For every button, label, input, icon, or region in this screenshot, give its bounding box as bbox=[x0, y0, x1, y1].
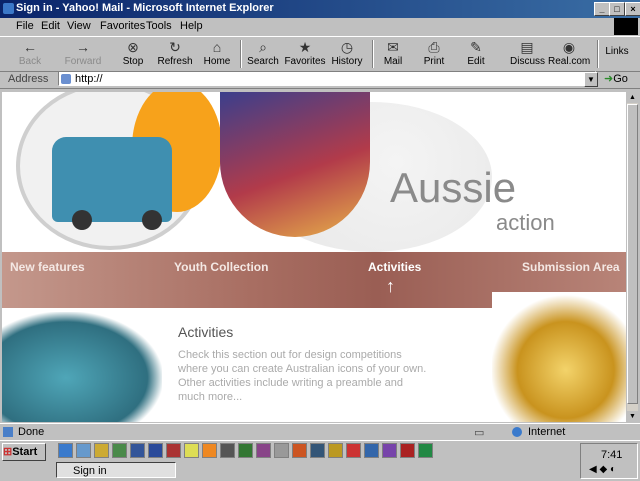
nav-new-features[interactable]: New features bbox=[10, 260, 85, 274]
scroll-thumb[interactable] bbox=[627, 104, 638, 404]
refresh-icon: ↻ bbox=[169, 39, 181, 55]
scroll-up-icon[interactable]: ▲ bbox=[627, 92, 638, 103]
menu-help[interactable]: Help bbox=[180, 20, 203, 32]
start-button[interactable]: ⊞Start bbox=[2, 443, 46, 461]
refresh-button[interactable]: ↻ Refresh bbox=[156, 37, 194, 71]
menu-bar: File Edit View Favorites Tools Help bbox=[0, 18, 640, 36]
festival-gate-image bbox=[220, 92, 370, 237]
ie-icon bbox=[3, 3, 14, 14]
app-quicklaunch-icon-21[interactable] bbox=[418, 443, 433, 458]
address-dropdown-button[interactable]: ▼ bbox=[584, 72, 598, 87]
stop-button[interactable]: ⊗ Stop bbox=[118, 37, 148, 71]
taskbar-task-sign-in[interactable]: Sign in bbox=[56, 462, 176, 478]
title-bar[interactable]: Sign in - Yahoo! Mail - Microsoft Intern… bbox=[0, 0, 640, 18]
menu-edit[interactable]: Edit bbox=[41, 20, 60, 32]
edit-icon: ✎ bbox=[470, 39, 482, 55]
discuss-icon: ▤ bbox=[520, 39, 534, 55]
home-button[interactable]: ⌂ Home bbox=[202, 37, 232, 71]
banner-title: Aussie bbox=[390, 164, 517, 211]
section-title: Activities bbox=[178, 324, 234, 340]
stop-icon: ⊗ bbox=[127, 39, 139, 55]
app-quicklaunch-icon-10[interactable] bbox=[220, 443, 235, 458]
app-quicklaunch-icon-16[interactable] bbox=[328, 443, 343, 458]
favorites-folder-icon: ★ bbox=[298, 39, 312, 55]
mail-button[interactable]: ✉ Mail bbox=[378, 37, 408, 71]
outlook-quicklaunch-icon[interactable] bbox=[94, 443, 109, 458]
app-quicklaunch-icon-18[interactable] bbox=[364, 443, 379, 458]
forward-arrow-icon: → bbox=[76, 39, 90, 55]
address-value: http:// bbox=[75, 73, 103, 85]
search-icon: ⌕ bbox=[259, 39, 267, 55]
up-arrow-icon: ↑ bbox=[386, 276, 395, 296]
app-quicklaunch-icon-9[interactable] bbox=[202, 443, 217, 458]
mail-icon: ✉ bbox=[387, 39, 399, 55]
app-quicklaunch-icon-20[interactable] bbox=[400, 443, 415, 458]
menu-favorites[interactable]: Favorites bbox=[100, 20, 145, 32]
favorites-button[interactable]: ★ Favorites bbox=[284, 37, 326, 71]
section-text: Check this section out for design compet… bbox=[178, 349, 427, 403]
status-text: Done bbox=[18, 426, 45, 438]
go-arrow-icon: ➜ bbox=[604, 73, 614, 85]
window-title: Sign in - Yahoo! Mail - Microsoft Intern… bbox=[16, 2, 274, 14]
forward-button[interactable]: → Forward bbox=[62, 37, 104, 71]
page-done-icon bbox=[3, 427, 13, 437]
realcom-button[interactable]: ◉ Real.com bbox=[548, 37, 590, 71]
app-quicklaunch-icon-17[interactable] bbox=[346, 443, 361, 458]
globe-icon bbox=[512, 427, 522, 437]
app-quicklaunch-icon-6[interactable] bbox=[148, 443, 163, 458]
menu-tools[interactable]: Tools bbox=[146, 20, 172, 32]
back-button[interactable]: ← Back bbox=[12, 37, 48, 71]
page-viewport: Aussie action New features Youth Collect… bbox=[2, 92, 626, 422]
address-input[interactable]: http:// bbox=[58, 71, 596, 86]
discuss-button[interactable]: ▤ Discuss bbox=[510, 37, 545, 71]
home-icon: ⌂ bbox=[212, 39, 222, 55]
ie-quicklaunch-icon[interactable] bbox=[58, 443, 73, 458]
nav-submission-area[interactable]: Submission Area bbox=[522, 260, 620, 274]
channel-quicklaunch-icon[interactable] bbox=[112, 443, 127, 458]
print-button[interactable]: ⎙ Print bbox=[420, 37, 448, 71]
rising-sun-badge-image bbox=[492, 292, 626, 422]
history-icon: ◷ bbox=[340, 39, 354, 55]
windows-flag-icon: ⊞ bbox=[3, 446, 13, 458]
connection-icon: ▭ bbox=[474, 427, 485, 439]
app-quicklaunch-icon-15[interactable] bbox=[310, 443, 325, 458]
tray-icons: ◀ ◆ ◐ bbox=[589, 464, 616, 475]
security-zone: Internet bbox=[528, 426, 566, 438]
vertical-scrollbar[interactable]: ▲ ▼ bbox=[627, 92, 638, 422]
app-quicklaunch-icon-14[interactable] bbox=[292, 443, 307, 458]
edit-button[interactable]: ✎ Edit bbox=[462, 37, 490, 71]
app-quicklaunch-icon-8[interactable] bbox=[184, 443, 199, 458]
go-button[interactable]: ➜Go bbox=[604, 71, 634, 87]
desktop-quicklaunch-icon[interactable] bbox=[76, 443, 91, 458]
app-quicklaunch-icon-11[interactable] bbox=[238, 443, 253, 458]
toolbar: ← Back → Forward ⊗ Stop ↻ Refresh ⌂ Home ⌕ Sea… bbox=[0, 36, 640, 72]
address-label: Address bbox=[8, 73, 49, 85]
word-quicklaunch-icon[interactable] bbox=[130, 443, 145, 458]
search-button[interactable]: ⌕ Search bbox=[246, 37, 280, 71]
app-quicklaunch-icon-13[interactable] bbox=[274, 443, 289, 458]
status-bar: Done ▭ Internet bbox=[0, 423, 640, 441]
history-button[interactable]: ◷ History bbox=[330, 37, 364, 71]
windows-logo-icon bbox=[614, 18, 638, 35]
nav-activities[interactable]: Activities bbox=[368, 260, 421, 274]
menu-view[interactable]: View bbox=[67, 20, 91, 32]
banner-subtitle: action bbox=[496, 210, 555, 235]
minimize-button[interactable]: _ bbox=[594, 2, 610, 16]
scroll-down-icon[interactable]: ▼ bbox=[627, 411, 638, 422]
app-quicklaunch-icon-12[interactable] bbox=[256, 443, 271, 458]
links-button[interactable]: Links bbox=[603, 45, 631, 65]
system-tray: 7:41 ◀ ◆ ◐ bbox=[580, 443, 638, 479]
back-arrow-icon: ← bbox=[23, 39, 37, 55]
close-button[interactable]: × bbox=[625, 2, 640, 16]
maximize-button[interactable]: □ bbox=[609, 2, 625, 16]
app-quicklaunch-icon-19[interactable] bbox=[382, 443, 397, 458]
clock[interactable]: 7:41 bbox=[601, 449, 622, 461]
vintage-car-image bbox=[2, 312, 162, 422]
app-quicklaunch-icon-7[interactable] bbox=[166, 443, 181, 458]
printer-icon: ⎙ bbox=[428, 39, 440, 55]
real-player-icon: ◉ bbox=[562, 39, 576, 55]
nav-youth-collection[interactable]: Youth Collection bbox=[174, 260, 268, 274]
menu-file[interactable]: File bbox=[16, 20, 34, 32]
page-icon bbox=[61, 74, 71, 84]
